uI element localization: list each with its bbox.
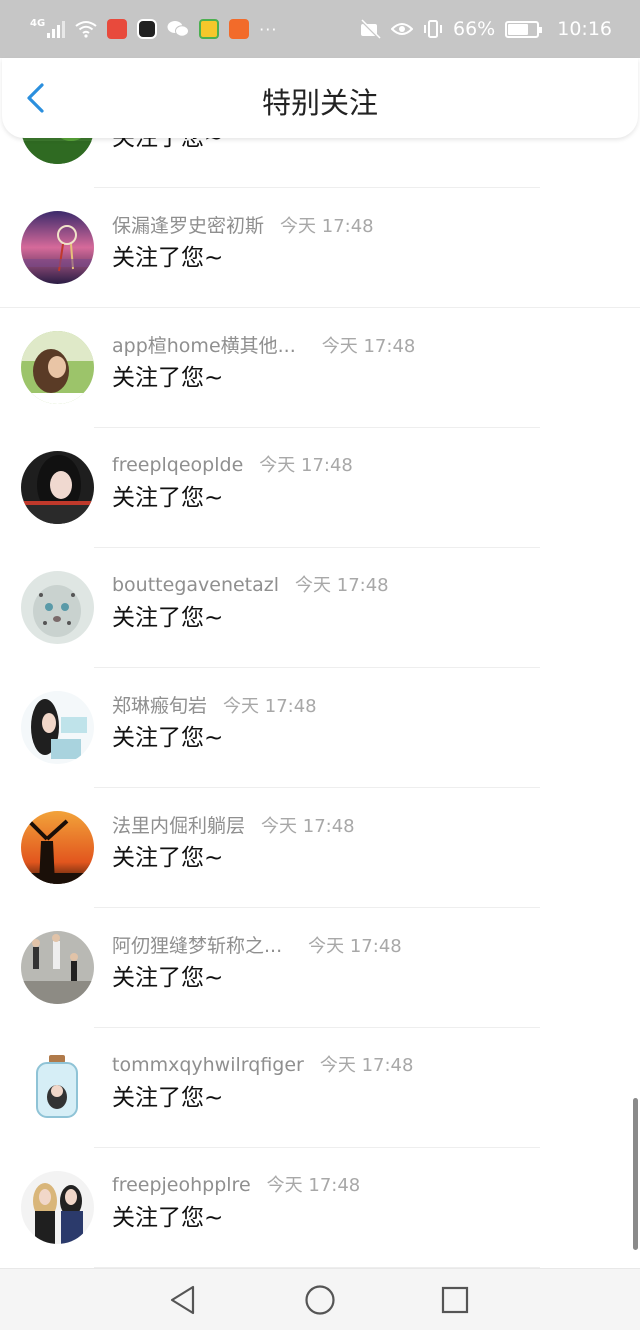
user-name-row: 法里内倔利躺层 今天 17:48: [112, 811, 355, 838]
follow-time: 今天 17:48: [259, 455, 353, 476]
follow-message: 关注了您~: [112, 245, 224, 271]
avatar[interactable]: [21, 571, 94, 644]
nav-home-button[interactable]: [303, 1283, 337, 1317]
follow-time: 今天 17:48: [266, 1175, 361, 1196]
user-name-row: bouttegavenetazl 今天 17:48: [112, 571, 389, 597]
list-item[interactable]: 保漏逢罗史密初斯 今天 17:48 关注了您~: [0, 188, 640, 308]
clock: 10:16: [557, 18, 612, 40]
follow-message: 关注了您~: [112, 725, 224, 751]
network-type: 4G: [30, 17, 46, 29]
status-left-icons: 4G ···: [30, 16, 277, 42]
page-title: 特别关注: [261, 86, 378, 120]
avatar[interactable]: [21, 931, 94, 1004]
follow-time: 今天 17:48: [319, 1055, 414, 1076]
app-icon-green: [199, 19, 220, 39]
runners-avatar: [21, 931, 94, 1004]
user-name-row: app楦home横其他... 今天 17:48: [112, 331, 415, 358]
dark-hair-girl-avatar: [21, 451, 94, 524]
user-name[interactable]: 保漏逢罗史密初斯: [112, 215, 264, 237]
eye-icon: [391, 23, 413, 35]
battery-percent: 66%: [453, 18, 496, 40]
windmill-sunset-avatar: [21, 811, 94, 884]
follow-time: 今天 17:48: [321, 336, 416, 357]
user-name[interactable]: tommxqyhwilrqfiger: [112, 1054, 304, 1076]
user-name-row: 阿仞狸缝梦斩称之... 今天 17:48: [112, 931, 402, 958]
user-name[interactable]: 法里内倔利躺层: [112, 815, 245, 837]
list-item[interactable]: freeplqeoplde 今天 17:48 关注了您~: [0, 428, 640, 548]
user-name-row: tommxqyhwilrqfiger 今天 17:48: [112, 1051, 413, 1077]
app-header: 特别关注: [2, 58, 638, 138]
follow-message: 关注了您~: [112, 1085, 224, 1111]
circle-home-icon: [305, 1285, 335, 1315]
follow-message: 关注了您~: [112, 1205, 224, 1231]
user-name[interactable]: freeplqeoplde: [112, 454, 243, 476]
follow-message: 关注了您~: [112, 965, 224, 991]
user-name-row: freeplqeoplde 今天 17:48: [112, 451, 353, 477]
square-recents-icon: [441, 1286, 469, 1314]
list-item[interactable]: 阿仞狸缝梦斩称之... 今天 17:48 关注了您~: [0, 908, 640, 1028]
system-nav-bar: [0, 1268, 640, 1330]
avatar[interactable]: [21, 451, 94, 524]
more-icon: ···: [259, 19, 278, 39]
follow-time: 今天 17:48: [223, 696, 317, 717]
avatar[interactable]: [21, 331, 94, 404]
user-name[interactable]: app楦home横其他...: [112, 335, 296, 357]
mute-icon: [360, 19, 381, 39]
two-girls-avatar: [21, 1171, 94, 1244]
list-item[interactable]: freepjeohpplre 今天 17:48 关注了您~: [0, 1148, 640, 1268]
follow-message: 关注了您~: [112, 365, 224, 391]
follow-time: 今天 17:48: [280, 216, 374, 237]
triangle-back-icon: [170, 1285, 195, 1315]
avatar[interactable]: [21, 1171, 94, 1244]
app-icon-black: [137, 19, 158, 39]
battery-icon: [505, 20, 543, 38]
vibrate-icon: [424, 20, 442, 38]
avatar[interactable]: [21, 811, 94, 884]
user-name[interactable]: freepjeohpplre: [112, 1174, 251, 1196]
scrollbar[interactable]: [633, 1098, 638, 1250]
signal-icon: [47, 20, 66, 38]
list-item[interactable]: bouttegavenetazl 今天 17:48 关注了您~: [0, 548, 640, 668]
girl-blue-avatar: [21, 691, 94, 764]
list-item[interactable]: 法里内倔利躺层 今天 17:48 关注了您~: [0, 788, 640, 908]
status-right-icons: 66% 10:16: [359, 16, 612, 42]
status-bar: 4G ··· 66% 10:16: [0, 0, 640, 58]
app-icon-orange: [229, 19, 250, 39]
snow-leopard-avatar: [21, 571, 94, 644]
wifi-icon: [75, 21, 97, 38]
user-name[interactable]: bouttegavenetazl: [112, 574, 279, 596]
nav-back-button[interactable]: [166, 1283, 200, 1317]
user-name-row: freepjeohpplre 今天 17:48: [112, 1171, 360, 1197]
follow-message: 关注了您~: [112, 485, 224, 511]
follow-time: 今天 17:48: [261, 816, 355, 837]
follow-list[interactable]: 关注了您~ 保漏逢罗史密初斯 今天 17:48 关注了您~ app楦home横其…: [0, 128, 640, 1268]
follow-message: 关注了您~: [112, 845, 224, 871]
user-name[interactable]: 阿仞狸缝梦斩称之...: [112, 935, 282, 957]
user-name-row: 保漏逢罗史密初斯 今天 17:48: [112, 211, 374, 238]
dreamcatcher-sunset-avatar: [21, 211, 94, 284]
list-item[interactable]: app楦home横其他... 今天 17:48 关注了您~: [0, 308, 640, 428]
bottle-avatar: [21, 1051, 94, 1124]
follow-message: 关注了您~: [112, 605, 224, 631]
wechat-icon: [167, 21, 190, 37]
user-name-row: 郑琳瘢旬岩 今天 17:48: [112, 691, 317, 718]
girl-in-field-avatar: [21, 331, 94, 404]
follow-time: 今天 17:48: [308, 936, 402, 957]
avatar[interactable]: [21, 691, 94, 764]
nav-recents-button[interactable]: [438, 1283, 472, 1317]
avatar[interactable]: [21, 211, 94, 284]
list-item[interactable]: tommxqyhwilrqfiger 今天 17:48 关注了您~: [0, 1028, 640, 1148]
follow-time: 今天 17:48: [295, 575, 389, 596]
user-name[interactable]: 郑琳瘢旬岩: [112, 695, 207, 717]
app-icon-red: [107, 19, 128, 39]
list-item[interactable]: 郑琳瘢旬岩 今天 17:48 关注了您~: [0, 668, 640, 788]
avatar[interactable]: [21, 1051, 94, 1124]
battery-fill: [508, 23, 529, 35]
